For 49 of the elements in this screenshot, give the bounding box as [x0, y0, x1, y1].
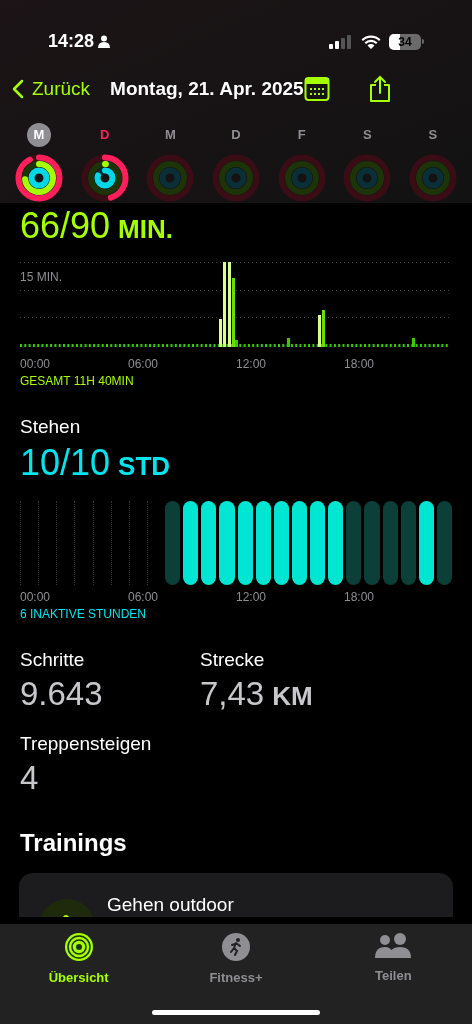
stat-label: Treppensteigen: [20, 734, 153, 753]
chevron-left-icon: [12, 79, 24, 100]
stand-title: Stehen: [20, 417, 82, 436]
stat-value: 9.643: [20, 677, 104, 710]
stat-value: 4: [20, 761, 40, 794]
tab-item[interactable]: Teilen: [338, 932, 449, 1024]
status-time: 14:28: [48, 30, 95, 54]
person-icon: [98, 35, 111, 49]
axis-label: 00:00: [20, 589, 52, 606]
day-label[interactable]: D: [223, 123, 248, 147]
axis-label: 18:00: [344, 356, 376, 373]
activity-bar: [412, 338, 415, 347]
day-label[interactable]: D: [92, 123, 117, 147]
activity-rings-icon[interactable]: [14, 153, 64, 203]
share-icon[interactable]: [367, 75, 392, 104]
day-label[interactable]: S: [420, 123, 445, 147]
axis-label: 18:00: [344, 589, 376, 606]
date-title: Montag, 21. Apr. 2025: [110, 77, 304, 101]
axis-label: 06:00: [128, 356, 160, 373]
wifi-icon: [361, 34, 381, 49]
tab-item[interactable]: Übersicht: [23, 932, 134, 1024]
workout-card[interactable]: Gehen outdoor: [19, 873, 453, 917]
back-button[interactable]: Zurück: [12, 75, 91, 104]
section-title: Trainings: [20, 831, 128, 855]
day-label[interactable]: F: [289, 123, 314, 147]
day-label[interactable]: M: [27, 123, 51, 147]
exercise-total: GESAMT 11H 40MIN: [20, 375, 135, 387]
calendar-icon[interactable]: [303, 76, 330, 103]
activity-bar: [287, 338, 290, 347]
axis-label: 06:00: [128, 589, 160, 606]
stat-label: Schritte: [20, 650, 86, 669]
axis-label: 12:00: [236, 589, 268, 606]
signal-icon: [329, 34, 353, 49]
exercise-value: 66/90 MIN.: [20, 208, 174, 244]
stat-label: Strecke: [200, 650, 266, 669]
people-icon: [374, 932, 413, 960]
axis-label: 00:00: [20, 356, 52, 373]
axis-label: 12:00: [236, 356, 268, 373]
rings-icon: [63, 932, 94, 962]
home-indicator[interactable]: [152, 1010, 320, 1015]
tab-item[interactable]: Fitness+: [181, 932, 291, 1024]
runner-icon: [221, 932, 251, 962]
day-label[interactable]: S: [355, 123, 380, 147]
stand-value: 10/10 STD: [20, 445, 172, 481]
day-label[interactable]: M: [158, 123, 183, 147]
activity-rings-icon[interactable]: [79, 153, 130, 203]
stat-value: 7,43 KM: [200, 677, 314, 710]
stand-summary: 6 INAKTIVE STUNDEN: [20, 608, 148, 620]
workout-name: Gehen outdoor: [107, 893, 234, 917]
